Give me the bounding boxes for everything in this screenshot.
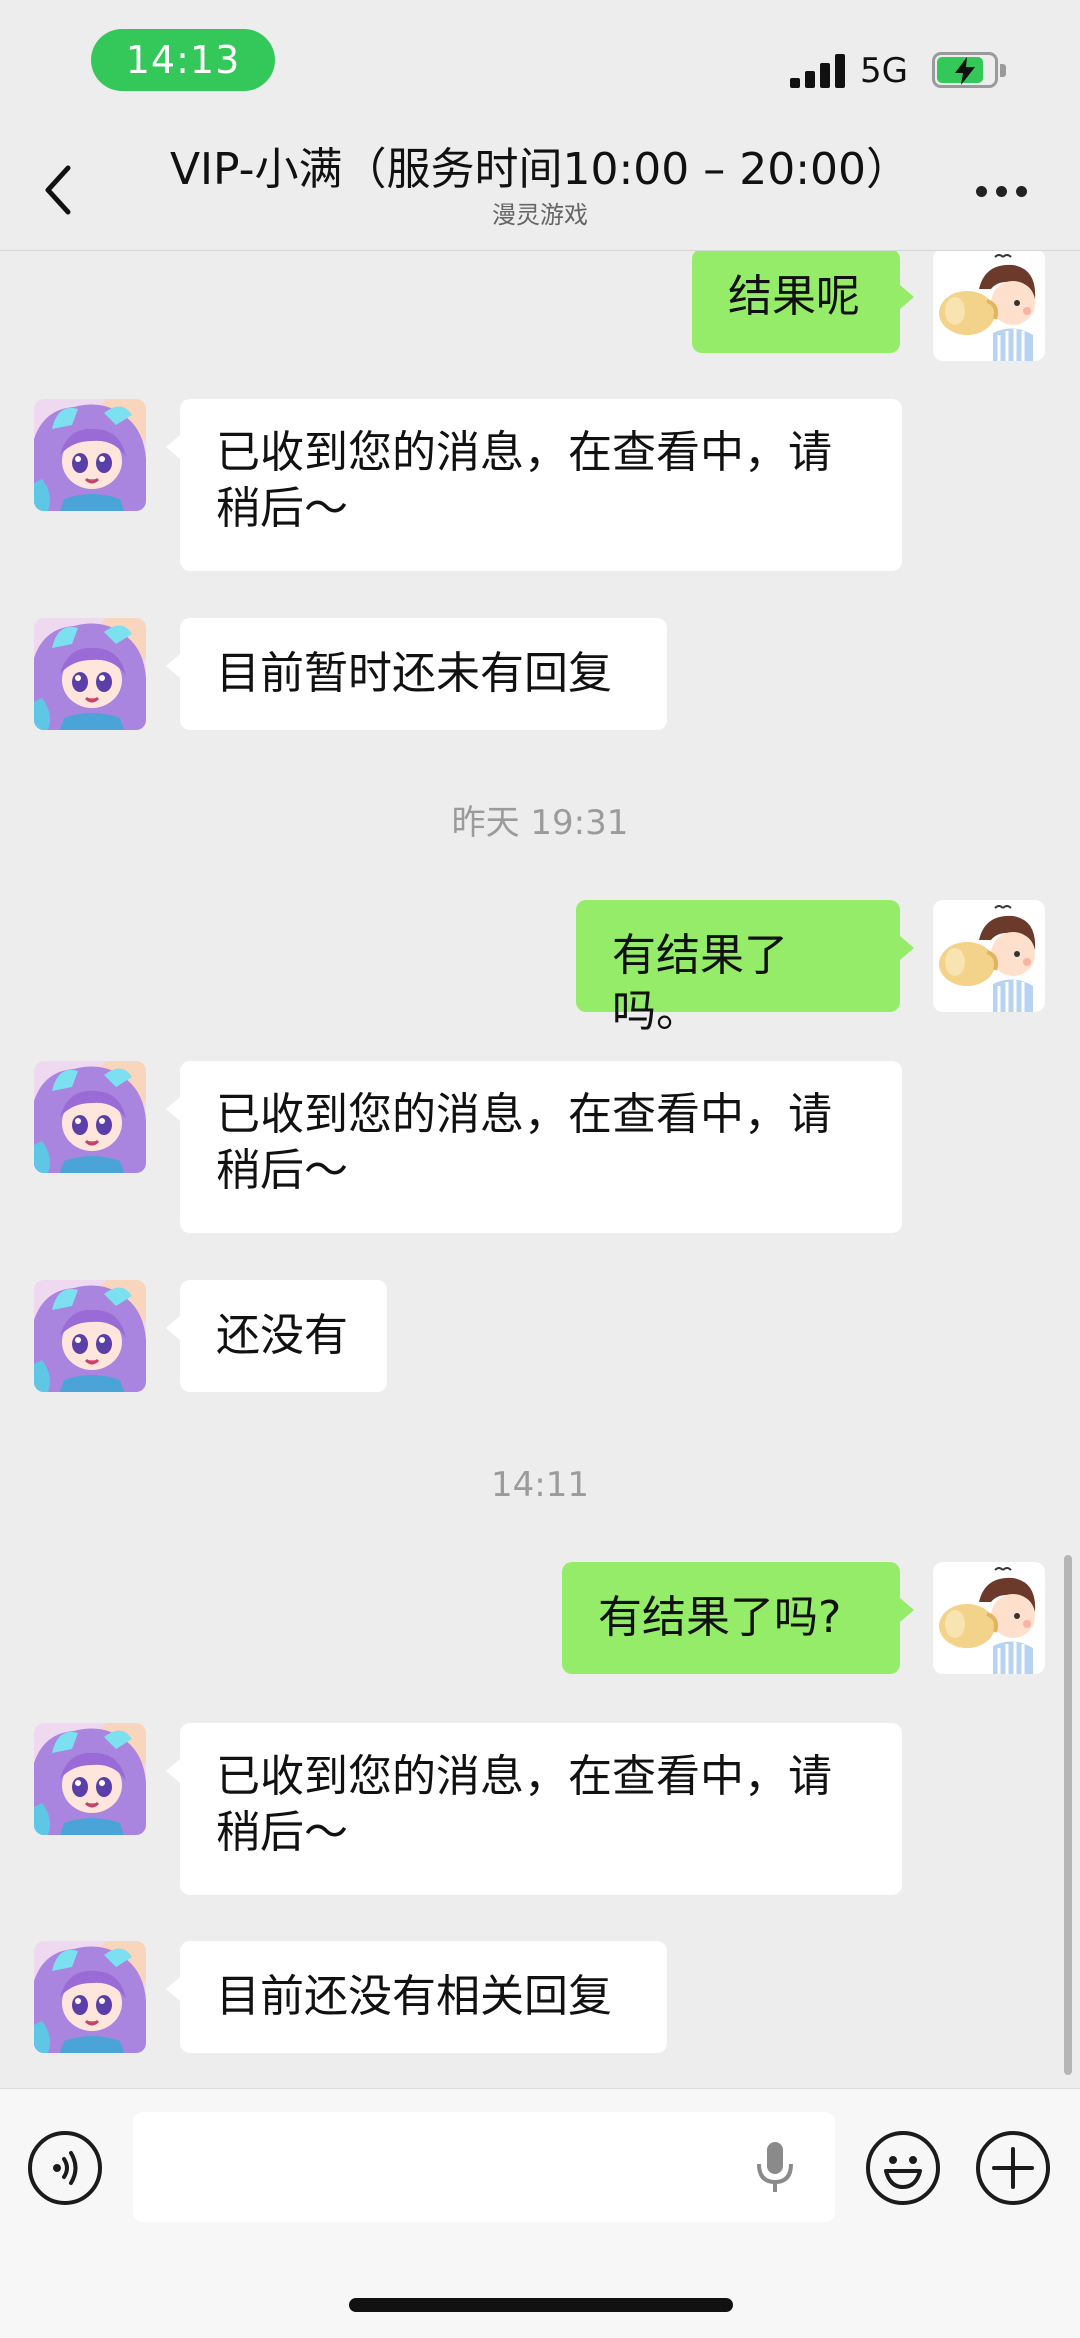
message-text: 目前还没有相关回复 [216, 1971, 612, 2022]
message-list[interactable]: 结果呢 已收到您的消息，在查看中，请 稍后～ 目前暂时还未有回复 昨天 19:3… [0, 251, 1080, 2086]
network-type: 5G [860, 51, 908, 91]
battery-charging-icon [932, 52, 1008, 90]
message-text: 有结果了吗? [598, 1592, 842, 1643]
scrollbar[interactable] [1064, 1555, 1072, 2075]
message-bubble[interactable]: 结果呢 [692, 251, 914, 353]
agent-avatar[interactable] [34, 1941, 146, 2053]
nav-bar: VIP-小满（服务时间10:00 – 20:00） 漫灵游戏 [0, 130, 1080, 251]
back-icon[interactable] [38, 160, 82, 220]
chat-title: VIP-小满（服务时间10:00 – 20:00） [169, 144, 911, 195]
message-text-line: 稍后～ [216, 483, 348, 534]
message-bubble[interactable]: 已收到您的消息，在查看中，请 稍后～ [166, 1723, 902, 1895]
message-bubble[interactable]: 目前还没有相关回复 [166, 1941, 667, 2053]
message-timestamp: 昨天 19:31 [451, 803, 629, 843]
status-bar: 14:13 5G [0, 0, 1080, 130]
user-avatar[interactable] [933, 900, 1045, 1012]
message-text-line: 已收到您的消息，在查看中，请 [216, 1089, 832, 1140]
emoji-icon[interactable] [866, 2131, 940, 2205]
message-bubble[interactable]: 已收到您的消息，在查看中，请 稍后～ [166, 399, 902, 571]
user-avatar[interactable] [933, 251, 1045, 361]
message-text-line: 已收到您的消息，在查看中，请 [216, 1751, 832, 1802]
message-text-line: 已收到您的消息，在查看中，请 [216, 427, 832, 478]
microphone-icon[interactable] [755, 2140, 795, 2196]
message-text: 目前暂时还未有回复 [216, 648, 612, 699]
plus-icon[interactable] [976, 2131, 1050, 2205]
agent-avatar[interactable] [34, 1280, 146, 1392]
message-text: 结果呢 [728, 271, 860, 322]
message-text-line: 稍后～ [216, 1145, 348, 1196]
more-options-icon[interactable] [972, 180, 1032, 200]
user-avatar[interactable] [933, 1562, 1045, 1674]
agent-avatar[interactable] [34, 399, 146, 511]
message-timestamp: 14:11 [491, 1465, 589, 1505]
agent-avatar[interactable] [34, 1723, 146, 1835]
message-text: 有结果了吗。 [612, 930, 788, 1037]
message-bubble[interactable]: 还没有 [166, 1280, 387, 1392]
home-indicator[interactable] [349, 2298, 733, 2312]
status-time: 14:13 [91, 29, 275, 91]
message-bubble[interactable]: 目前暂时还未有回复 [166, 618, 667, 730]
message-bubble[interactable]: 有结果了吗。 [576, 900, 914, 1037]
message-text-line: 稍后～ [216, 1807, 348, 1858]
message-text: 还没有 [216, 1310, 348, 1361]
chat-subtitle: 漫灵游戏 [492, 201, 588, 229]
agent-avatar[interactable] [34, 1061, 146, 1173]
message-input[interactable] [133, 2112, 835, 2222]
message-bubble[interactable]: 有结果了吗? [562, 1562, 914, 1674]
signal-strength-icon [790, 54, 846, 88]
voice-toggle-icon[interactable] [28, 2131, 102, 2205]
agent-avatar[interactable] [34, 618, 146, 730]
message-bubble[interactable]: 已收到您的消息，在查看中，请 稍后～ [166, 1061, 902, 1233]
